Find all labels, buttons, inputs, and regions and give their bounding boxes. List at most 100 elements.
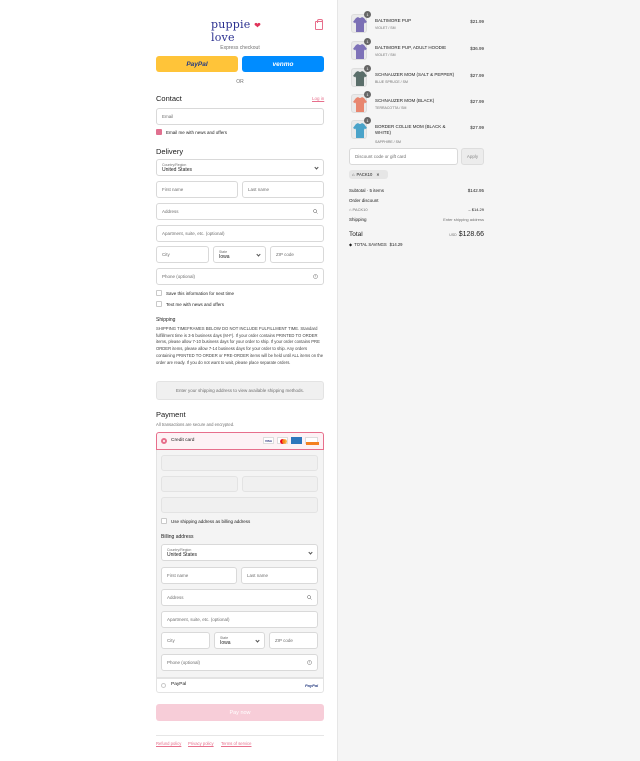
- paypal-option-label: PayPal: [171, 682, 187, 687]
- product-price: $27.99: [470, 73, 484, 78]
- tag-icon: ◆: [349, 242, 353, 247]
- login-link[interactable]: Log in: [312, 96, 324, 101]
- billing-phone-field[interactable]: Phone (optional) ?: [161, 654, 318, 671]
- billing-country-select[interactable]: Country/Region United States: [161, 544, 318, 561]
- phone-field[interactable]: Phone (optional) ?: [156, 268, 324, 285]
- product-price: $36.99: [470, 46, 484, 51]
- billing-state-value: Iowa: [220, 639, 231, 646]
- security-code-field[interactable]: [242, 476, 318, 492]
- cart-bag-icon[interactable]: [315, 19, 323, 30]
- privacy-policy-link[interactable]: Privacy policy: [188, 741, 214, 746]
- billing-country-value: United States: [167, 551, 198, 558]
- product-price: $21.99: [470, 19, 484, 24]
- billing-city-field[interactable]: City: [161, 632, 210, 649]
- credit-card-label: Credit card: [171, 438, 195, 443]
- mastercard-icon: [277, 437, 288, 444]
- city-field[interactable]: City: [156, 246, 209, 263]
- search-icon: [313, 209, 318, 214]
- paypal-radio[interactable]: [161, 683, 166, 688]
- address-field[interactable]: Address: [156, 203, 324, 220]
- country-select[interactable]: Country/Region United States: [156, 159, 324, 176]
- state-select[interactable]: State Iowa: [213, 246, 266, 263]
- refund-policy-link[interactable]: Refund policy: [156, 741, 181, 746]
- product-variant: BLUE SPRUCE / SM: [375, 80, 408, 84]
- state-value: Iowa: [219, 253, 230, 260]
- email-news-label: Email me with news and offers: [166, 130, 227, 135]
- name-on-card-field[interactable]: [161, 497, 318, 513]
- total-amount: USD $128.66: [449, 231, 484, 238]
- total-savings: ◆ TOTAL SAVINGS $14.29: [349, 242, 402, 247]
- quantity-badge: 1: [364, 117, 371, 124]
- billing-state-select[interactable]: State Iowa: [214, 632, 265, 649]
- product-price: $27.99: [470, 125, 484, 130]
- apartment-field[interactable]: Apartment, suite, etc. (optional): [156, 225, 324, 242]
- paw-icon: ❤: [254, 21, 262, 30]
- billing-first-name-field[interactable]: First name: [161, 567, 237, 584]
- billing-zip-field[interactable]: ZIP code: [269, 632, 318, 649]
- store-logo[interactable]: puppie ❤ love: [211, 18, 271, 44]
- billing-apartment-field[interactable]: Apartment, suite, etc. (optional): [161, 611, 318, 628]
- last-name-field[interactable]: Last name: [242, 181, 324, 198]
- shipping-methods-placeholder: Enter your shipping address to view avai…: [156, 381, 324, 400]
- chevron-down-icon: [314, 165, 319, 170]
- phone-placeholder: Phone (optional): [162, 274, 196, 279]
- secure-note: All transactions are secure and encrypte…: [156, 422, 235, 427]
- product-name: SCHNAUZER MOM (SALT & PEPPER): [375, 72, 455, 77]
- product-variant: VIOLET / SM: [375, 53, 396, 57]
- shipping-label: Shipping: [349, 217, 367, 222]
- help-icon[interactable]: ?: [313, 274, 318, 279]
- quantity-badge: 1: [364, 65, 371, 72]
- payment-heading: Payment: [156, 410, 186, 419]
- shipping-heading: Shipping: [156, 317, 176, 323]
- order-summary: [337, 0, 640, 761]
- contact-heading: Contact: [156, 94, 182, 103]
- applied-discount-tag: ⌂ PACK10 ✕: [349, 170, 388, 179]
- discount-value: – $14.29: [468, 207, 484, 212]
- text-news-checkbox[interactable]: [156, 301, 162, 307]
- shipping-row: Shipping Enter shipping address: [349, 217, 484, 222]
- save-info-checkbox[interactable]: [156, 290, 162, 296]
- footer-divider: [156, 735, 324, 736]
- subtotal-value: $142.95: [467, 188, 484, 193]
- delivery-heading: Delivery: [156, 147, 184, 156]
- help-icon[interactable]: ?: [307, 660, 312, 665]
- zip-field[interactable]: ZIP code: [270, 246, 324, 263]
- order-discount-label: Order discount: [349, 198, 379, 203]
- email-news-checkbox[interactable]: [156, 129, 162, 135]
- pay-now-button[interactable]: Pay now: [156, 704, 324, 721]
- first-name-field[interactable]: First name: [156, 181, 238, 198]
- apply-button[interactable]: Apply: [461, 148, 484, 165]
- product-variant: TERRACOTTA / SM: [375, 106, 407, 110]
- venmo-button[interactable]: venmo: [242, 56, 324, 72]
- total-label: Total: [349, 231, 363, 238]
- card-number-field[interactable]: [161, 455, 318, 471]
- paypal-button[interactable]: PayPal: [156, 56, 238, 72]
- use-shipping-checkbox[interactable]: [161, 518, 167, 524]
- amex-icon: [291, 437, 302, 444]
- visa-icon: VISA: [263, 437, 274, 444]
- billing-address-field[interactable]: Address: [161, 589, 318, 606]
- terms-of-service-link[interactable]: Terms of service: [221, 741, 251, 746]
- billing-heading: Billing address: [161, 534, 194, 540]
- total-row: Total USD $128.66: [349, 231, 484, 238]
- billing-last-name-field[interactable]: Last name: [241, 567, 318, 584]
- address-placeholder: Address: [162, 209, 179, 214]
- save-info-label: Save this information for next time: [166, 291, 235, 296]
- discount-code-row: ⌂ PACK10 – $14.29: [349, 207, 484, 212]
- credit-card-radio[interactable]: [161, 438, 167, 444]
- discount-field[interactable]: Discount code or gift card: [349, 148, 458, 165]
- logo-text: puppie: [211, 18, 251, 31]
- billing-address-placeholder: Address: [167, 595, 184, 600]
- email-field[interactable]: Email: [156, 108, 324, 125]
- total-value: $128.66: [458, 231, 484, 238]
- expiry-field[interactable]: [161, 476, 238, 492]
- logo-text-2: love: [211, 31, 235, 44]
- or-divider: OR: [236, 79, 244, 85]
- country-value: United States: [162, 166, 193, 173]
- use-shipping-label: Use shipping address as billing address: [171, 519, 251, 524]
- close-icon[interactable]: ✕: [376, 172, 380, 177]
- search-icon: [307, 595, 312, 600]
- billing-phone-placeholder: Phone (optional): [167, 660, 201, 665]
- product-name: SCHNAUZER MOM (BLACK): [375, 98, 435, 103]
- text-news-label: Text me with news and offers: [166, 302, 224, 307]
